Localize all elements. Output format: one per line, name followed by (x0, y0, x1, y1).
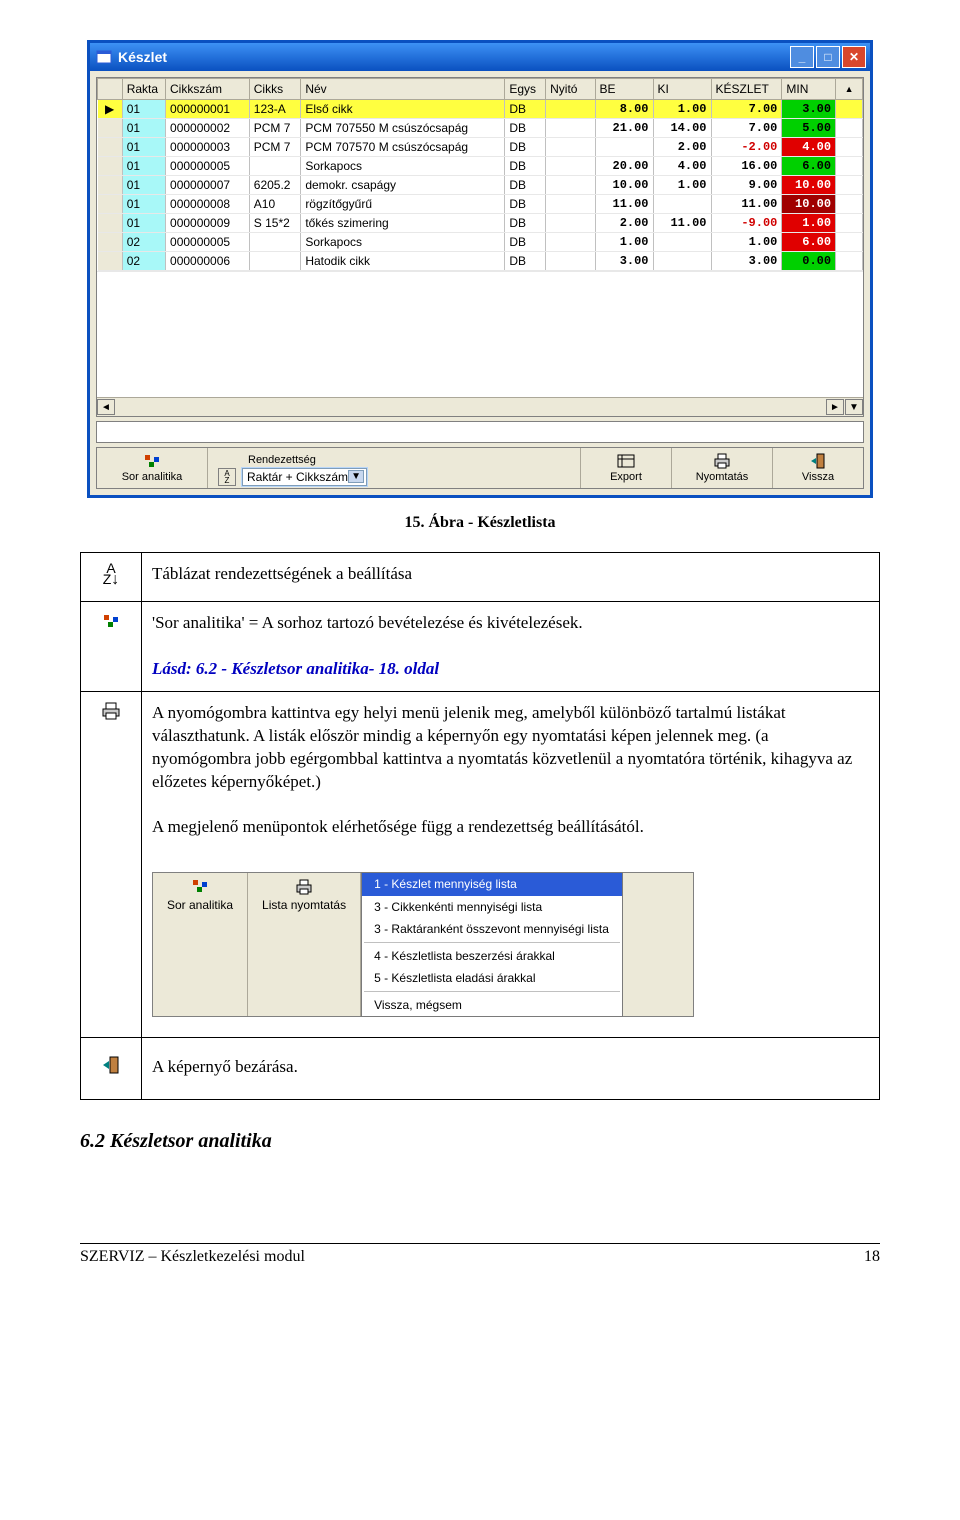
scroll-left-button[interactable]: ◄ (97, 399, 115, 415)
scroll-right-button[interactable]: ► (826, 399, 844, 415)
sort-legend-icon: AZ↓ (81, 553, 142, 602)
footer-left: SZERVIZ – Készletkezelési modul (80, 1248, 305, 1266)
titlebar[interactable]: Készlet _ □ ✕ (90, 43, 870, 71)
table-row[interactable]: 01000000002PCM 7PCM 707550 M csúszócsapá… (98, 119, 863, 138)
print-button[interactable]: Nyomtatás (672, 448, 773, 488)
door-exit-icon (783, 452, 853, 470)
horizontal-scrollbar[interactable]: ◄ ► ▼ (97, 397, 863, 416)
export-icon (591, 452, 661, 470)
legend-sort-text: Táblázat rendezettségének a beállítása (142, 553, 880, 602)
table-row[interactable]: 01000000008A10rögzítőgyűrűDB11.0011.0010… (98, 195, 863, 214)
printer-icon (682, 452, 762, 470)
page-footer: SZERVIZ – Készletkezelési modul 18 (80, 1244, 880, 1276)
figure-caption: 15. Ábra - Készletlista (80, 514, 880, 532)
print-context-menu[interactable]: 1 - Készlet mennyiség lista 3 - Cikkenké… (361, 872, 623, 1017)
scatter-icon (143, 454, 161, 468)
grid-table[interactable]: RaktaCikkszámCikksNévEgysNyitóBEKIKÉSZLE… (97, 78, 863, 271)
bottom-toolbar: Sor analitika Rendezettség AZ Raktár + C… (96, 447, 864, 489)
menu-item-2[interactable]: 3 - Cikkenkénti mennyiségi lista (362, 896, 622, 918)
legend-table: AZ↓ Táblázat rendezettségének a beállítá… (80, 552, 880, 1100)
menu-item-cancel[interactable]: Vissza, mégsem (362, 994, 622, 1016)
sort-group: Rendezettség AZ Raktár + Cikkszám (208, 448, 581, 488)
menu-item-5[interactable]: 5 - Készletlista eladási árakkal (362, 967, 622, 989)
menu-separator (364, 942, 620, 943)
table-row[interactable]: 01000000009S 15*2tőkés szimeringDB2.0011… (98, 214, 863, 233)
table-row[interactable]: 01000000005SorkapocsDB20.004.0016.006.00 (98, 157, 863, 176)
context-menu-preview: Sor analitika Lista nyomtatás 1 - Készle… (152, 872, 694, 1017)
scroll-down-button[interactable]: ▼ (845, 399, 863, 415)
menu-item-3[interactable]: 3 - Raktáranként összevont mennyiségi li… (362, 918, 622, 940)
scatter-legend-icon (81, 601, 142, 691)
filter-input[interactable] (96, 421, 864, 443)
section-heading: 6.2 Készletsor analitika (80, 1130, 880, 1153)
stock-grid[interactable]: RaktaCikkszámCikksNévEgysNyitóBEKIKÉSZLE… (96, 77, 864, 417)
scatter-icon (191, 879, 209, 893)
see-link[interactable]: Lásd: 6.2 - Készletsor analitika- 18. ol… (152, 659, 439, 678)
sor-analitika-button[interactable]: Sor analitika (97, 448, 208, 488)
ctx-sor-button[interactable]: Sor analitika (153, 873, 248, 1016)
maximize-button[interactable]: □ (816, 46, 840, 68)
window-title: Készlet (118, 49, 788, 65)
window-keszlet: Készlet _ □ ✕ RaktaCikkszámCikksNévEgysN… (87, 40, 873, 498)
legend-scatter-text: 'Sor analitika' = A sorhoz tartozó bevét… (142, 601, 880, 691)
table-row[interactable]: 02000000005SorkapocsDB1.001.006.00 (98, 233, 863, 252)
sort-label: Rendezettség (248, 454, 316, 466)
minimize-button[interactable]: _ (790, 46, 814, 68)
header-row[interactable]: RaktaCikkszámCikksNévEgysNyitóBEKIKÉSZLE… (98, 79, 863, 100)
export-button[interactable]: Export (581, 448, 672, 488)
close-button[interactable]: ✕ (842, 46, 866, 68)
table-row[interactable]: 010000000076205.2demokr. csapágyDB10.001… (98, 176, 863, 195)
sort-icon[interactable]: AZ (218, 468, 236, 486)
legend-print-text: A nyomógombra kattintva egy helyi menü j… (142, 691, 880, 1038)
printer-legend-icon (81, 691, 142, 1038)
menu-item-4[interactable]: 4 - Készletlista beszerzési árakkal (362, 945, 622, 967)
table-row[interactable]: 01000000003PCM 7PCM 707570 M csúszócsapá… (98, 138, 863, 157)
back-button[interactable]: Vissza (773, 448, 863, 488)
footer-page: 18 (864, 1248, 880, 1266)
table-row[interactable]: ▶01000000001123-AElső cikkDB8.001.007.00… (98, 100, 863, 119)
table-row[interactable]: 02000000006Hatodik cikkDB3.003.000.00 (98, 252, 863, 271)
ctx-print-button[interactable]: Lista nyomtatás (248, 873, 361, 1016)
app-icon (96, 49, 112, 65)
printer-icon (262, 879, 346, 897)
sort-dropdown[interactable]: Raktár + Cikkszám (242, 468, 367, 486)
menu-separator (364, 991, 620, 992)
legend-close-text: A képernyő bezárása. (142, 1038, 880, 1100)
menu-item-1[interactable]: 1 - Készlet mennyiség lista (362, 873, 622, 895)
exit-legend-icon (81, 1038, 142, 1100)
scroll-up-button[interactable]: ▲ (836, 79, 863, 100)
